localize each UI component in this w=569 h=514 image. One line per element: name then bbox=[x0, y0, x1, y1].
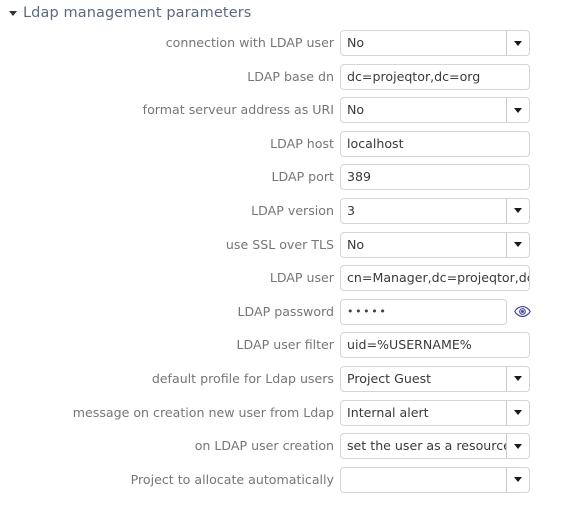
field-wrap-ldap-user: cn=Manager,dc=projeqtor,dc= bbox=[340, 265, 530, 292]
field-wrap-ldap-base-dn: dc=projeqtor,dc=org bbox=[340, 63, 530, 90]
chevron-down-icon[interactable] bbox=[506, 400, 529, 425]
input-ldap-host[interactable]: localhost bbox=[340, 130, 530, 157]
form-row: LDAP user cn=Manager,dc=projeqtor,dc= bbox=[0, 265, 569, 292]
field-wrap-ldap-password: ••••• bbox=[340, 298, 531, 325]
label-ldap-base-dn: LDAP base dn bbox=[247, 68, 334, 84]
label-connection-with-ldap-user: connection with LDAP user bbox=[165, 35, 334, 50]
section-header[interactable]: Ldap management parameters bbox=[0, 0, 251, 26]
value-default-profile-for-ldap-users: Project Guest bbox=[347, 370, 432, 386]
ldap-parameters-form: connection with LDAP user No LDAP base dn d… bbox=[0, 30, 569, 500]
field-wrap-ldap-port: 389 bbox=[340, 164, 530, 191]
form-row: use SSL over TLS No bbox=[0, 231, 569, 258]
form-row: default profile for Ldap users Project Gu… bbox=[0, 365, 569, 392]
chevron-down-glyph bbox=[514, 477, 522, 483]
value-use-ssl-over-tls: No bbox=[347, 236, 365, 252]
form-row: LDAP base dn dc=projeqtor,dc=org bbox=[0, 63, 569, 90]
select-use-ssl-over-tls[interactable]: No bbox=[340, 231, 530, 258]
form-row: Project to allocate automatically bbox=[0, 466, 569, 493]
input-ldap-port[interactable]: 389 bbox=[340, 164, 530, 191]
chevron-down-icon[interactable] bbox=[506, 467, 529, 492]
value-format-serveur-address-as-uri: No bbox=[347, 102, 365, 118]
form-row: message on creation new user from Ldap In… bbox=[0, 399, 569, 426]
chevron-down-glyph bbox=[514, 376, 522, 382]
select-default-profile-for-ldap-users[interactable]: Project Guest bbox=[340, 365, 530, 392]
form-row: on LDAP user creation set the user as a r… bbox=[0, 433, 569, 460]
input-ldap-password[interactable]: ••••• bbox=[340, 298, 507, 325]
form-row: connection with LDAP user No bbox=[0, 30, 569, 56]
chevron-down-icon[interactable] bbox=[506, 434, 529, 459]
field-wrap-project-to-allocate-automatically bbox=[340, 466, 530, 493]
select-on-ldap-user-creation[interactable]: set the user as a resource bbox=[340, 433, 530, 460]
field-wrap-use-ssl-over-tls: No bbox=[340, 231, 530, 258]
form-row: LDAP password ••••• bbox=[0, 298, 569, 325]
label-ldap-version: LDAP version bbox=[251, 202, 334, 218]
input-ldap-user[interactable]: cn=Manager,dc=projeqtor,dc= bbox=[340, 265, 530, 292]
field-wrap-format-serveur-address-as-uri: No bbox=[340, 97, 530, 124]
label-ldap-user-filter: LDAP user filter bbox=[236, 337, 334, 353]
chevron-down-icon[interactable] bbox=[506, 232, 529, 257]
value-ldap-user-filter: uid=%USERNAME% bbox=[347, 337, 472, 353]
field-wrap-default-profile-for-ldap-users: Project Guest bbox=[340, 365, 530, 392]
select-ldap-version[interactable]: 3 bbox=[340, 197, 530, 224]
value-ldap-password: ••••• bbox=[347, 304, 388, 318]
chevron-down-glyph bbox=[514, 40, 522, 46]
value-ldap-host: localhost bbox=[347, 135, 404, 151]
select-connection-with-ldap-user[interactable]: No bbox=[340, 30, 530, 56]
input-ldap-base-dn[interactable]: dc=projeqtor,dc=org bbox=[340, 63, 530, 90]
label-ldap-password: LDAP password bbox=[237, 303, 335, 319]
label-format-serveur-address-as-uri: format serveur address as URI bbox=[142, 102, 334, 118]
field-wrap-ldap-version: 3 bbox=[340, 197, 530, 224]
form-row: LDAP user filter uid=%USERNAME% bbox=[0, 332, 569, 359]
label-on-ldap-user-creation: on LDAP user creation bbox=[194, 438, 334, 454]
input-ldap-user-filter[interactable]: uid=%USERNAME% bbox=[340, 332, 530, 359]
form-row: LDAP host localhost bbox=[0, 130, 569, 157]
label-ldap-user: LDAP user bbox=[269, 270, 334, 286]
field-wrap-ldap-host: localhost bbox=[340, 130, 530, 157]
chevron-down-glyph bbox=[514, 410, 522, 416]
field-wrap-ldap-user-filter: uid=%USERNAME% bbox=[340, 332, 530, 359]
chevron-down-icon[interactable] bbox=[506, 366, 529, 391]
field-wrap-connection-with-ldap-user: No bbox=[340, 30, 530, 56]
field-wrap-message-on-creation-new-user-from-ldap: Internal alert bbox=[340, 399, 530, 426]
value-ldap-port: 389 bbox=[347, 169, 372, 185]
form-row: LDAP port 389 bbox=[0, 164, 569, 191]
label-ldap-host: LDAP host bbox=[270, 135, 334, 151]
select-project-to-allocate-automatically[interactable] bbox=[340, 466, 530, 493]
label-message-on-creation-new-user-from-ldap: message on creation new user from Ldap bbox=[72, 404, 334, 420]
label-ldap-port: LDAP port bbox=[271, 169, 334, 185]
eye-icon[interactable] bbox=[514, 303, 531, 320]
value-message-on-creation-new-user-from-ldap: Internal alert bbox=[347, 404, 429, 420]
select-message-on-creation-new-user-from-ldap[interactable]: Internal alert bbox=[340, 399, 530, 426]
form-row: LDAP version 3 bbox=[0, 197, 569, 224]
chevron-down-glyph bbox=[514, 443, 522, 449]
label-use-ssl-over-tls: use SSL over TLS bbox=[225, 236, 334, 252]
select-format-serveur-address-as-uri[interactable]: No bbox=[340, 97, 530, 124]
form-row: format serveur address as URI No bbox=[0, 97, 569, 124]
chevron-down-glyph bbox=[514, 107, 522, 113]
chevron-down-glyph bbox=[514, 242, 522, 248]
chevron-down-icon[interactable] bbox=[506, 31, 529, 55]
triangle-down-icon[interactable] bbox=[9, 11, 17, 16]
chevron-down-glyph bbox=[514, 208, 522, 214]
value-on-ldap-user-creation: set the user as a resource bbox=[347, 438, 506, 454]
chevron-down-icon[interactable] bbox=[506, 98, 529, 123]
value-ldap-user: cn=Manager,dc=projeqtor,dc= bbox=[347, 270, 529, 286]
chevron-down-icon[interactable] bbox=[506, 198, 529, 223]
value-ldap-base-dn: dc=projeqtor,dc=org bbox=[347, 68, 481, 84]
label-project-to-allocate-automatically: Project to allocate automatically bbox=[130, 471, 334, 487]
section-title: Ldap management parameters bbox=[23, 5, 252, 21]
field-wrap-on-ldap-user-creation: set the user as a resource bbox=[340, 433, 530, 460]
value-ldap-version: 3 bbox=[347, 202, 356, 218]
label-default-profile-for-ldap-users: default profile for Ldap users bbox=[151, 370, 334, 386]
value-connection-with-ldap-user: No bbox=[347, 35, 365, 50]
